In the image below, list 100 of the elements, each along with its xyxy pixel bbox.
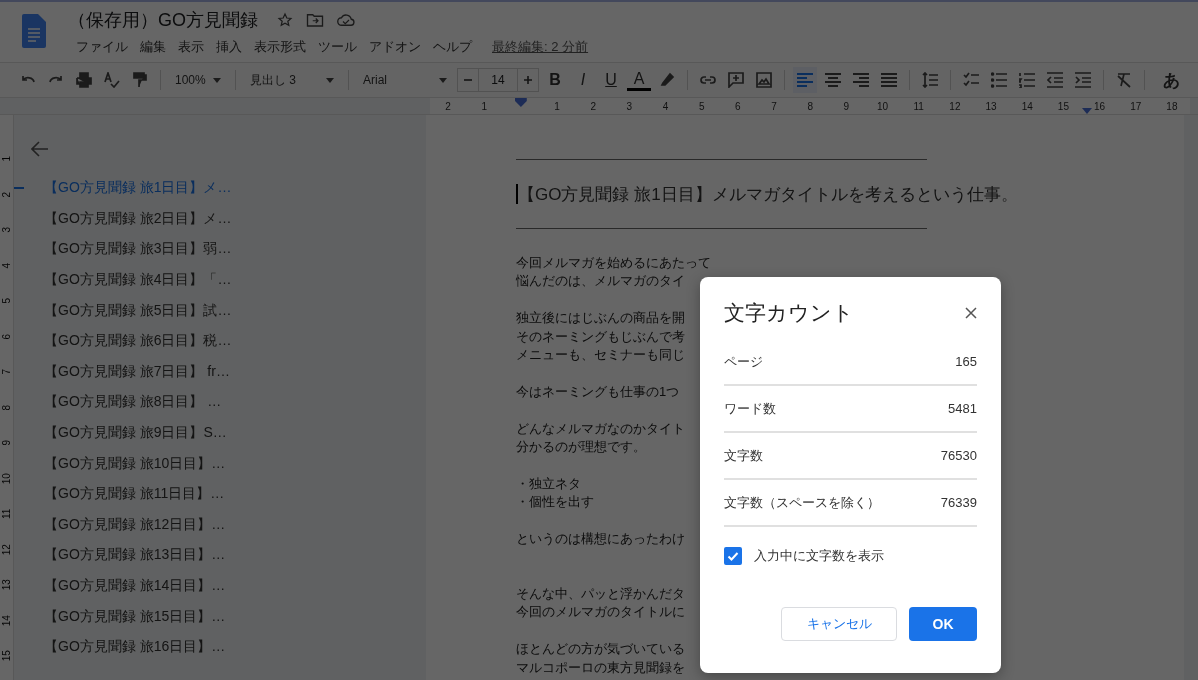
ruler-number: 12 (0, 542, 13, 556)
plus-icon (523, 75, 533, 85)
dialog-title: 文字カウント (724, 300, 854, 326)
outline-item[interactable]: 【GO方見聞録 旅13日目】… (44, 546, 226, 565)
outline-item[interactable]: 【GO方見聞録 旅12日目】… (44, 515, 226, 534)
bold-button[interactable]: B (543, 67, 567, 93)
paint-format-icon (132, 72, 148, 88)
ruler-number: 7 (771, 100, 777, 112)
outline-item[interactable]: 【GO方見聞録 旅15日目】… (44, 607, 226, 626)
ruler-number: 5 (0, 296, 13, 306)
outline-item[interactable]: 【GO方見聞録 旅14日目】… (44, 577, 226, 595)
body-text-line: メニューも、セミナーも同じ (516, 345, 685, 364)
body-text-line: どんなメルマガなのかタイト (516, 419, 685, 438)
star-icon[interactable] (277, 12, 293, 28)
ruler-number: 3 (0, 225, 13, 235)
outline-item[interactable]: 【GO方見聞録 旅7日目】 fr… (44, 362, 230, 381)
ok-button[interactable]: OK (909, 607, 977, 641)
italic-button[interactable]: I (571, 67, 595, 93)
outline-item[interactable]: 【GO方見聞録 旅1日目】メ… (44, 179, 232, 198)
align-right-icon (853, 73, 869, 87)
input-tools-button[interactable]: あ (1159, 67, 1183, 93)
close-icon[interactable] (965, 307, 977, 319)
ruler-number: 6 (0, 332, 13, 342)
body-text-line: 分かるのが理想です。 (516, 437, 646, 456)
print-icon (76, 72, 92, 88)
outline-item[interactable]: 【GO方見聞録 旅3日目】弱… (44, 240, 232, 259)
underline-button[interactable]: U (599, 67, 623, 93)
ruler-number: 3 (626, 100, 633, 112)
ruler-number: 13 (0, 578, 13, 592)
ruler-number: 1 (481, 100, 488, 112)
bullets-icon (991, 72, 1007, 88)
cancel-button[interactable]: キャンセル (781, 607, 897, 641)
stat-value: 76530 (940, 448, 977, 463)
stat-label: ワード数 (724, 399, 776, 418)
align-justify-icon (881, 73, 897, 87)
outline-item[interactable]: 【GO方見聞録 旅16日目】… (44, 638, 226, 657)
clear-format-icon (1116, 72, 1132, 88)
checklist-icon (963, 72, 979, 88)
menu-item[interactable]: 表示 (178, 38, 204, 56)
cloud-icon[interactable] (337, 13, 355, 27)
menu-item[interactable]: ツール (318, 38, 357, 56)
ruler-number: 5 (698, 100, 705, 112)
ruler-number: 15 (0, 649, 13, 663)
back-arrow-icon[interactable] (31, 141, 49, 157)
ruler-number: 14 (0, 613, 13, 627)
outline-item[interactable]: 【GO方見聞録 旅11日目】… (44, 485, 225, 504)
ruler-number: 1 (554, 100, 560, 112)
ruler-number: 2 (445, 100, 451, 112)
dropdown[interactable]: 100% (169, 67, 227, 93)
stat-value: 5481 (948, 401, 977, 416)
dropdown[interactable]: Arial (357, 67, 453, 93)
document-title[interactable]: （保存用）GO方見聞録 (68, 8, 258, 32)
body-text-line: ほとんどの方が気づいている (516, 640, 685, 659)
outline-item[interactable]: 【GO方見聞録 旅8日目】 … (44, 393, 222, 412)
align-center-icon (825, 73, 841, 87)
caret-icon (326, 77, 334, 83)
outline-item[interactable]: 【GO方見聞録 旅9日目】S… (44, 424, 227, 443)
menu-item[interactable]: 挿入 (216, 38, 242, 56)
ruler-number: 18 (1166, 100, 1178, 112)
last-edit-link[interactable]: 最終編集: 2 分前 (492, 38, 589, 56)
indent-icon (1075, 72, 1091, 88)
ruler-number: 1 (0, 154, 13, 164)
comment-icon (728, 72, 744, 88)
align-left-button[interactable] (793, 67, 817, 93)
line-spacing-icon (922, 72, 938, 88)
folder-icon[interactable] (306, 12, 324, 28)
menu-item[interactable]: ファイル (76, 38, 128, 56)
ruler-number: 12 (949, 100, 961, 112)
ruler-number: 4 (0, 261, 13, 271)
ruler-number: 16 (1094, 100, 1106, 112)
text-color-button[interactable]: A (627, 69, 651, 91)
checkbox-label[interactable]: 入力中に文字数を表示 (754, 547, 884, 565)
body-text-line: 今はネーミングも仕事の1つ (516, 382, 680, 401)
document-heading: 【GO方見聞録 旅1日目】メルマガタイトルを考えるという仕事。 (518, 183, 1018, 206)
body-text-line: そのネーミングもじぶんで考 (516, 327, 685, 346)
ruler-number: 8 (0, 403, 13, 413)
checkbox[interactable] (724, 547, 742, 565)
numbered-icon (1019, 72, 1035, 88)
outline-item[interactable]: 【GO方見聞録 旅2日目】メ… (44, 209, 232, 228)
stat-label: ページ (724, 352, 763, 371)
ruler-number: 14 (1021, 100, 1033, 112)
body-text-line: 悩んだのは、メルマガのタイ (516, 272, 685, 291)
ruler-number: 11 (913, 100, 924, 112)
spellcheck-icon (104, 72, 120, 88)
stat-value: 76339 (940, 495, 977, 510)
ruler-number: 9 (843, 100, 850, 112)
outline-item[interactable]: 【GO方見聞録 旅6日目】税… (44, 332, 232, 351)
outdent-icon (1047, 72, 1063, 88)
menu-item[interactable]: アドオン (369, 38, 421, 56)
menu-item[interactable]: 編集 (140, 38, 166, 56)
docs-logo-icon[interactable] (22, 14, 46, 48)
dropdown[interactable]: 見出し 3 (244, 67, 340, 93)
ruler-number: 13 (985, 100, 997, 112)
outline-item[interactable]: 【GO方見聞録 旅5日目】試… (44, 301, 232, 320)
menu-item[interactable]: ヘルプ (433, 38, 472, 56)
menu-item[interactable]: 表示形式 (254, 38, 306, 56)
outline-item[interactable]: 【GO方見聞録 旅10日目】… (44, 454, 226, 473)
body-text-line: 今回メルマガを始めるにあたって (516, 254, 711, 272)
outline-item[interactable]: 【GO方見聞録 旅4日目】「… (44, 271, 232, 290)
ruler-number: 2 (0, 190, 13, 200)
